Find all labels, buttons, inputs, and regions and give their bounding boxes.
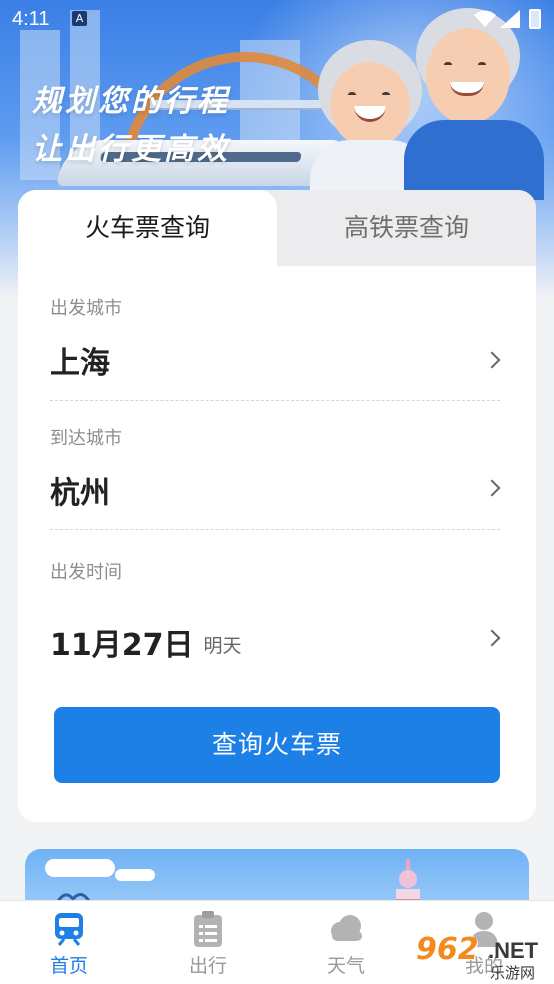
watermark-text: 乐游网 <box>490 964 536 982</box>
nav-home[interactable]: 首页 <box>39 911 99 978</box>
status-bar: 4:11 A <box>0 0 554 40</box>
cloud-icon <box>330 911 362 947</box>
departure-date-relative: 明天 <box>203 635 242 657</box>
ticket-search-card: 火车票查询 高铁票查询 出发城市 上海 到达城市 杭州 出发时间 11月27日明… <box>18 190 536 822</box>
departure-city-field[interactable]: 出发城市 上海 <box>50 294 501 382</box>
ticket-type-tabs: 火车票查询 高铁票查询 <box>18 190 536 266</box>
hero-headline-line2: 让出行更高效 <box>32 132 230 167</box>
site-watermark: 962 .NET 乐游网 <box>416 932 552 982</box>
signal-icon <box>500 10 520 28</box>
nav-travel[interactable]: 出行 <box>178 911 238 978</box>
wifi-icon <box>474 10 496 27</box>
arrival-city-value: 杭州 <box>50 476 110 511</box>
cloud-shape <box>45 859 115 877</box>
search-train-ticket-button[interactable]: 查询火车票 <box>54 707 500 783</box>
departure-date-label: 出发时间 <box>50 562 122 583</box>
departure-city-value: 上海 <box>50 346 110 381</box>
nav-weather-label: 天气 <box>326 955 365 977</box>
nav-home-label: 首页 <box>49 955 88 977</box>
divider <box>50 400 500 401</box>
nav-weather[interactable]: 天气 <box>316 911 376 978</box>
train-icon <box>53 911 85 947</box>
arrival-city-label: 到达城市 <box>50 428 122 449</box>
departure-date-value: 11月27日 <box>50 628 194 663</box>
watermark-suffix: .NET <box>488 938 539 963</box>
watermark-number: 962 <box>416 932 479 967</box>
departure-date-field[interactable]: 出发时间 11月27日 明天 <box>50 558 501 664</box>
cloud-shape <box>115 869 155 881</box>
notification-a-icon: A <box>72 11 87 26</box>
tab-high-speed-ticket[interactable]: 高铁票查询 <box>277 190 536 266</box>
arrival-city-field[interactable]: 到达城市 杭州 <box>50 424 501 512</box>
divider <box>50 529 500 530</box>
nav-travel-label: 出行 <box>188 955 227 977</box>
hero-headline-line1: 规划您的行程 <box>32 84 230 119</box>
status-time: 4:11 <box>12 8 50 30</box>
departure-city-label: 出发城市 <box>50 298 122 319</box>
battery-icon <box>529 9 541 29</box>
departure-date-value-row: 11月27日 明天 <box>50 620 500 664</box>
tab-train-ticket[interactable]: 火车票查询 <box>18 190 277 266</box>
clipboard-icon <box>192 911 224 947</box>
